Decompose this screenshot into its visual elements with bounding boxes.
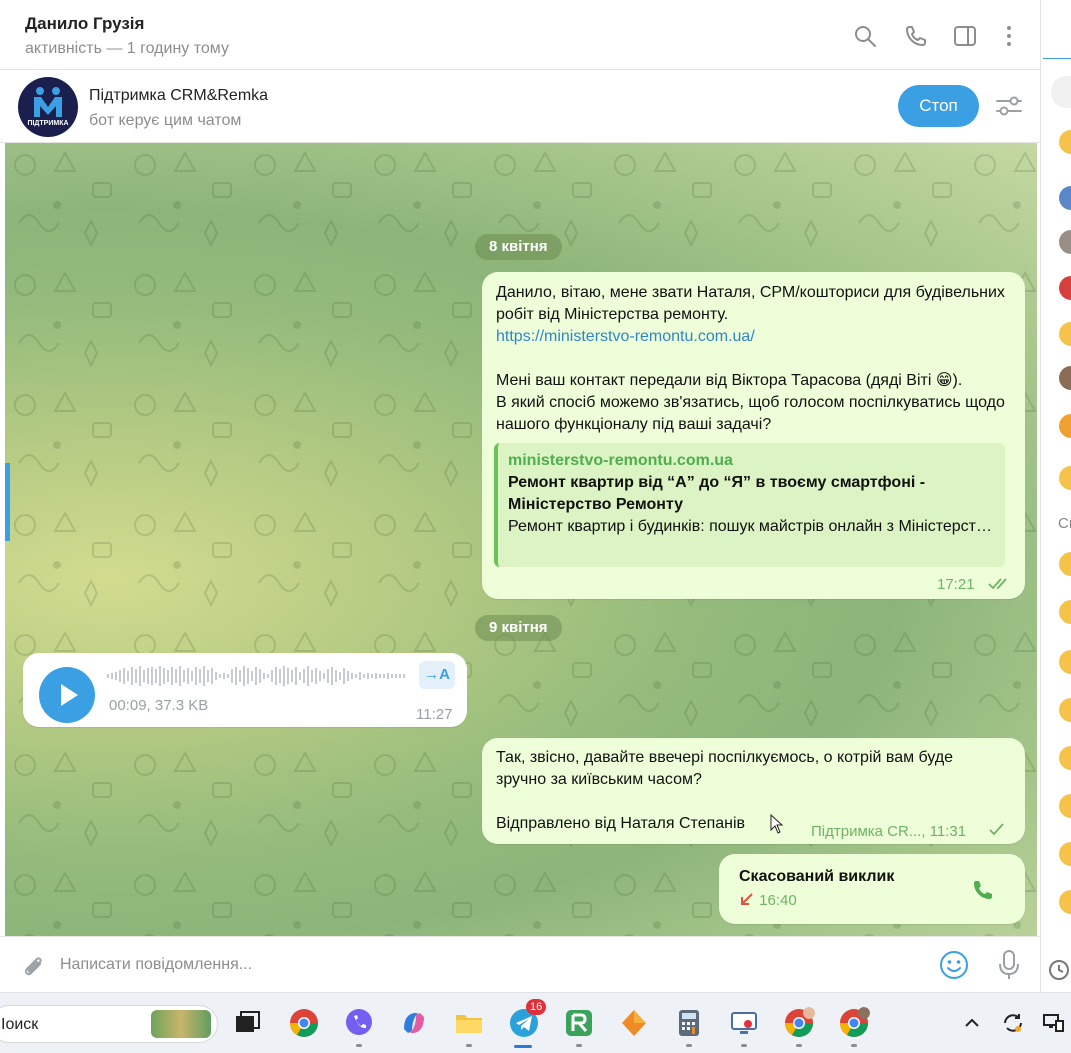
taskbar-search-text: Іоиск [1,1016,39,1033]
message-sender-time: Підтримка CR..., 11:31 [811,823,967,840]
outgoing-message[interactable]: Данило, вітаю, мене звати Наталя, СРМ/ко… [482,272,1025,599]
copilot-icon[interactable] [398,1007,430,1039]
scroll-position-indicator [5,463,10,541]
bot-status-text: бот керує цим чатом [89,112,242,129]
bot-avatar[interactable]: ПІДТРИМКА [18,77,78,137]
emoji-icon[interactable] [1059,186,1071,210]
sent-checkmark-icon [989,823,1004,836]
emoji-icon[interactable] [1059,466,1071,490]
emoji-section-label: Cr [1058,515,1071,532]
call-time: 16:40 [739,890,797,912]
microphone-icon[interactable] [996,949,1022,981]
chrome-profile-icon[interactable] [838,1007,870,1039]
search-highlight-image [151,1010,211,1038]
viber-icon[interactable] [343,1007,375,1039]
emoji-icon[interactable] [1059,746,1071,770]
message-composer [0,936,1040,992]
attach-icon[interactable] [20,952,46,980]
running-indicator [356,1044,362,1047]
running-indicator [466,1044,472,1047]
emoji-smile-icon[interactable] [938,949,970,981]
emoji-icon[interactable] [1059,650,1071,674]
missed-call-arrow-icon [741,893,753,905]
preview-description: Ремонт квартир і будинків: пошук майстрі… [508,518,995,535]
app-shape-icon[interactable] [618,1007,650,1039]
chevron-up-icon[interactable] [960,1011,984,1035]
emoji-icon[interactable] [1059,130,1071,154]
link-preview[interactable]: ministerstvo-remontu.com.ua Ремонт кварт… [494,443,1005,567]
windows-taskbar: Іоиск 16 [0,992,1071,1053]
running-indicator [796,1044,802,1047]
preview-title: Ремонт квартир від “А” до “Я” в твоєму с… [508,474,926,513]
emoji-icon[interactable] [1059,698,1071,722]
play-voice-button[interactable] [39,667,95,723]
call-status-title: Скасований виклик [739,868,895,885]
running-indicator [576,1044,582,1047]
remote-desktop-icon[interactable] [728,1007,760,1039]
remka-app-icon[interactable] [563,1007,595,1039]
message-time: 17:21 [937,576,975,593]
emoji-icon[interactable] [1059,794,1071,818]
chrome-profile-icon[interactable] [783,1007,815,1039]
stop-bot-button[interactable]: Стоп [898,85,979,127]
emoji-icon[interactable] [1059,414,1071,438]
message-text: Мені ваш контакт передали від Віктора Та… [496,372,1005,433]
network-icon[interactable] [1041,1011,1065,1035]
file-explorer-icon[interactable] [453,1007,485,1039]
message-link[interactable]: https://ministerstvo-remontu.com.ua/ [496,326,755,348]
emoji-icon[interactable] [1059,366,1071,390]
read-checkmarks-icon [988,578,1007,590]
panel-tab-underline [1043,58,1071,59]
active-app-indicator [514,1045,532,1048]
message-time: 11:27 [416,706,453,723]
calculator-icon[interactable] [673,1007,705,1039]
date-separator: 9 квітня [475,615,562,641]
mouse-cursor-icon [770,814,784,834]
recent-clock-icon[interactable] [1047,958,1071,982]
chat-history[interactable]: 8 квітня Данило, вітаю, мене звати Натал… [5,143,1037,936]
chrome-icon[interactable] [288,1007,320,1039]
play-icon [61,684,78,706]
chat-header: Данило Грузія активність — 1 годину тому [0,0,1040,70]
message-text: Данило, вітаю, мене звати Наталя, СРМ/ко… [496,284,1010,323]
emoji-icon[interactable] [1059,322,1071,346]
emoji-icon[interactable] [1059,552,1071,576]
preview-site-name: ministerstvo-remontu.com.ua [508,452,733,469]
call-time-text: 16:40 [759,892,797,909]
telegram-unread-badge: 16 [526,999,547,1015]
emoji-icon[interactable] [1059,600,1071,624]
sync-icon[interactable] [1001,1011,1025,1035]
last-seen-status: активність — 1 годину тому [25,40,229,57]
transcribe-button[interactable]: →A [419,661,455,689]
bot-name[interactable]: Підтримка CRM&Remka [89,87,268,105]
search-icon[interactable] [853,24,877,48]
incoming-voice-message[interactable]: 00:09, 37.3 KB →A 11:27 [23,653,467,727]
contact-name[interactable]: Данило Грузія [25,14,144,34]
support-logo-icon [34,87,62,117]
date-separator: 8 квітня [475,234,562,260]
call-back-phone-icon[interactable] [971,878,995,902]
cancelled-call-message[interactable]: Скасований виклик 16:40 [719,854,1025,924]
more-vertical-icon[interactable] [997,24,1021,48]
voice-waveform[interactable] [107,665,407,687]
emoji-icon[interactable] [1059,890,1071,914]
sidebar-toggle-icon[interactable] [953,24,977,48]
emoji-icon[interactable] [1059,230,1071,254]
running-indicator [741,1044,747,1047]
avatar-caption: ПІДТРИМКА [27,120,69,127]
message-input[interactable] [60,947,920,983]
bot-settings-icon[interactable] [995,94,1023,118]
phone-call-icon[interactable] [904,24,928,48]
voice-duration-size: 00:09, 37.3 KB [109,697,209,714]
taskbar-search-box[interactable]: Іоиск [0,1005,218,1043]
emoji-icon[interactable] [1059,842,1071,866]
running-indicator [686,1044,692,1047]
task-view-icon[interactable] [231,1007,263,1039]
running-indicator [851,1044,857,1047]
emoji-icon[interactable] [1059,276,1071,300]
emoji-search-input[interactable] [1051,76,1071,108]
emoji-panel: Cr [1040,0,1071,992]
outgoing-message[interactable]: Так, звісно, давайте ввечері поспілкуємо… [482,738,1025,844]
bot-status-bar: ПІДТРИМКА Підтримка CRM&Remka бот керує … [0,71,1040,143]
